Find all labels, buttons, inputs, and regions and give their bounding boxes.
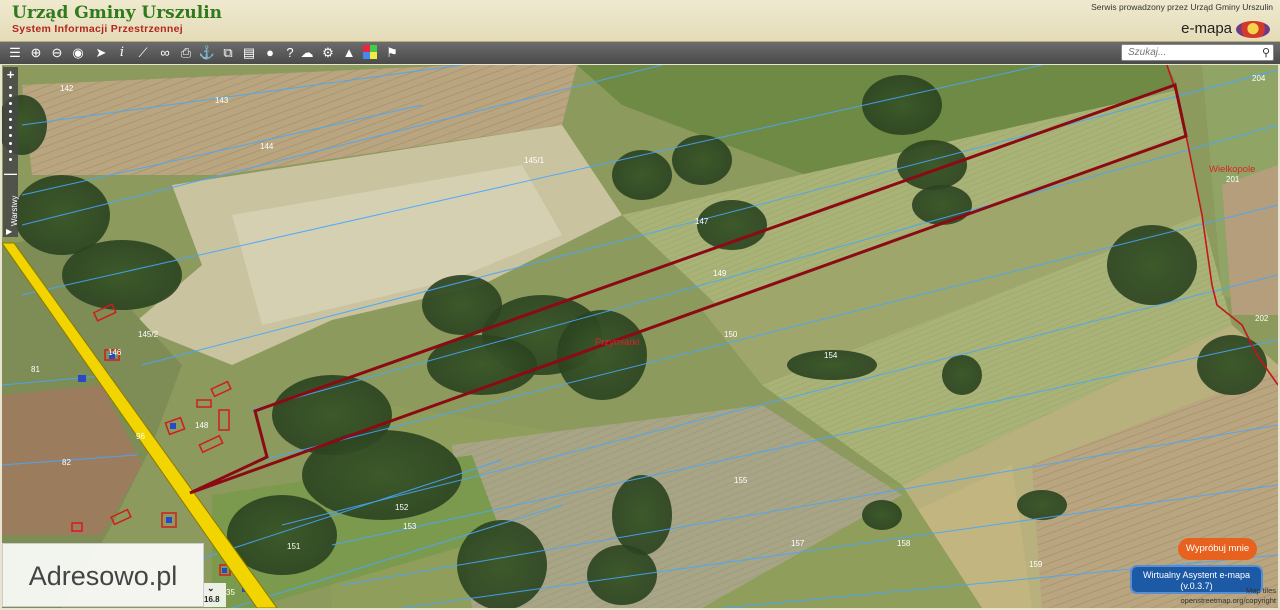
settings-icon[interactable]: ⚙ [319, 44, 337, 62]
scale-widget[interactable]: ⌄ 16.8 [204, 583, 226, 607]
parcel-label: 147 [695, 217, 709, 226]
colors-icon[interactable] [361, 44, 379, 62]
print-icon[interactable]: ⎙ [177, 44, 195, 62]
info-icon[interactable]: i [113, 44, 131, 62]
parcel-label: 201 [1226, 175, 1240, 184]
map-toolbar: ☰ ⊕ ⊖ ◉ ➤ i ⟋ ∞ ⎙ ⚓ ⧉ ▤ ● ? ☁ ⚙ ▲ ⚑ Szuk… [0, 42, 1280, 64]
parcel-label: 146 [108, 348, 122, 357]
parcel-label: 204 [1252, 74, 1266, 83]
measure-icon[interactable]: ⟋ [134, 44, 152, 62]
parcel-label: 157 [791, 539, 805, 548]
zoom-control: + — Warstwy ▶ [3, 67, 19, 237]
parcel-label: 152 [395, 503, 409, 512]
copy-icon[interactable]: ⧉ [219, 44, 237, 62]
zoom-in-button[interactable]: + [3, 68, 18, 82]
app-title[interactable]: Urząd Gminy Urszulin [12, 3, 222, 23]
parcel-label: 143 [215, 96, 229, 105]
map-attribution: Map tiles openstreetmap.org/copyright [1100, 586, 1276, 606]
service-provider-text: Serwis prowadzony przez Urząd Gminy Ursz… [1091, 2, 1273, 12]
parcel-label: 82 [62, 458, 71, 467]
zoom-in-icon[interactable]: ⊕ [27, 44, 45, 62]
chevron-down-icon[interactable]: ⌄ [207, 583, 215, 594]
parcel-label: 145/2 [138, 330, 159, 339]
parcel-label: 150 [724, 330, 738, 339]
search-placeholder: Szukaj... [1128, 47, 1167, 58]
parcel-label: 144 [260, 142, 274, 151]
search-icon[interactable]: ⚲ [1262, 45, 1270, 61]
parcel-label: 148 [195, 421, 209, 430]
parcel-label: 153 [403, 522, 417, 531]
scale-value: 16.8 [204, 595, 220, 604]
triangle-icon[interactable]: ▲ [340, 44, 358, 62]
place-label-wielkopole: Wielkopole [1209, 164, 1256, 175]
zoom-level-dot[interactable] [9, 150, 12, 153]
assistant-title: Wirtualny Asystent e-mapa [1142, 570, 1251, 580]
expand-arrow-icon: ▶ [6, 227, 13, 236]
parcel-label: 154 [824, 351, 838, 360]
parcel-label: 96 [136, 432, 145, 441]
map-canvas[interactable]: 142 143 144 145/1 147 149 150 154 155 15… [2, 65, 1278, 608]
layers-panel-toggle[interactable]: Warstwy ▶ [3, 180, 19, 237]
zoom-out-button[interactable]: — [3, 167, 18, 181]
place-label-przymiarki: Przymiarki [595, 337, 640, 348]
brand-label: e-mapa [1181, 20, 1232, 37]
layers-label: Warstwy [10, 195, 19, 226]
parcel-label: 35 [226, 588, 235, 597]
layers-icon[interactable]: ☰ [6, 44, 24, 62]
parcel-label: 145/1 [524, 156, 545, 165]
zoom-out-icon[interactable]: ⊖ [48, 44, 66, 62]
anchor-icon[interactable]: ⚓ [198, 44, 216, 62]
zoom-level-dot[interactable] [9, 126, 12, 129]
zoom-level-dot[interactable] [9, 142, 12, 145]
search-input[interactable]: Szukaj... ⚲ [1121, 44, 1274, 61]
aerial-map [2, 65, 1278, 608]
zoom-level-dot[interactable] [9, 118, 12, 121]
layout-icon[interactable]: ▤ [240, 44, 258, 62]
zoom-level-dot[interactable] [9, 94, 12, 97]
zoom-level-dot[interactable] [9, 86, 12, 89]
comment-icon[interactable]: ● [261, 44, 279, 62]
parcel-label: 81 [31, 365, 40, 374]
parcel-label: 202 [1255, 314, 1269, 323]
cloud-download-icon[interactable]: ☁ [298, 44, 316, 62]
parcel-label: 142 [60, 84, 74, 93]
attribution-tiles: Map tiles [1245, 586, 1276, 595]
zoom-extent-icon[interactable]: ◉ [69, 44, 87, 62]
zoom-level-dot[interactable] [9, 158, 12, 161]
parcel-label: 158 [897, 539, 911, 548]
select-icon[interactable]: ➤ [92, 44, 110, 62]
link-icon[interactable]: ∞ [156, 44, 174, 62]
watermark: Adresowo.pl [2, 543, 204, 607]
zoom-level-dot[interactable] [9, 110, 12, 113]
app-subtitle: System Informacji Przestrzennej [12, 23, 183, 35]
zoom-level-dot[interactable] [9, 102, 12, 105]
zoom-level-dot[interactable] [9, 134, 12, 137]
parcel-label: 149 [713, 269, 727, 278]
brand-logo-icon [1236, 21, 1270, 38]
app-header: Urząd Gminy Urszulin System Informacji P… [0, 0, 1280, 42]
parcel-label: 159 [1029, 560, 1043, 569]
help-icon[interactable]: ? [281, 44, 299, 62]
parcel-label: 151 [287, 542, 301, 551]
parcel-label: 155 [734, 476, 748, 485]
pin-icon[interactable]: ⚑ [383, 44, 401, 62]
try-me-button[interactable]: Wypróbuj mnie [1178, 538, 1257, 560]
attribution-link[interactable]: openstreetmap.org/copyright [1100, 596, 1276, 606]
